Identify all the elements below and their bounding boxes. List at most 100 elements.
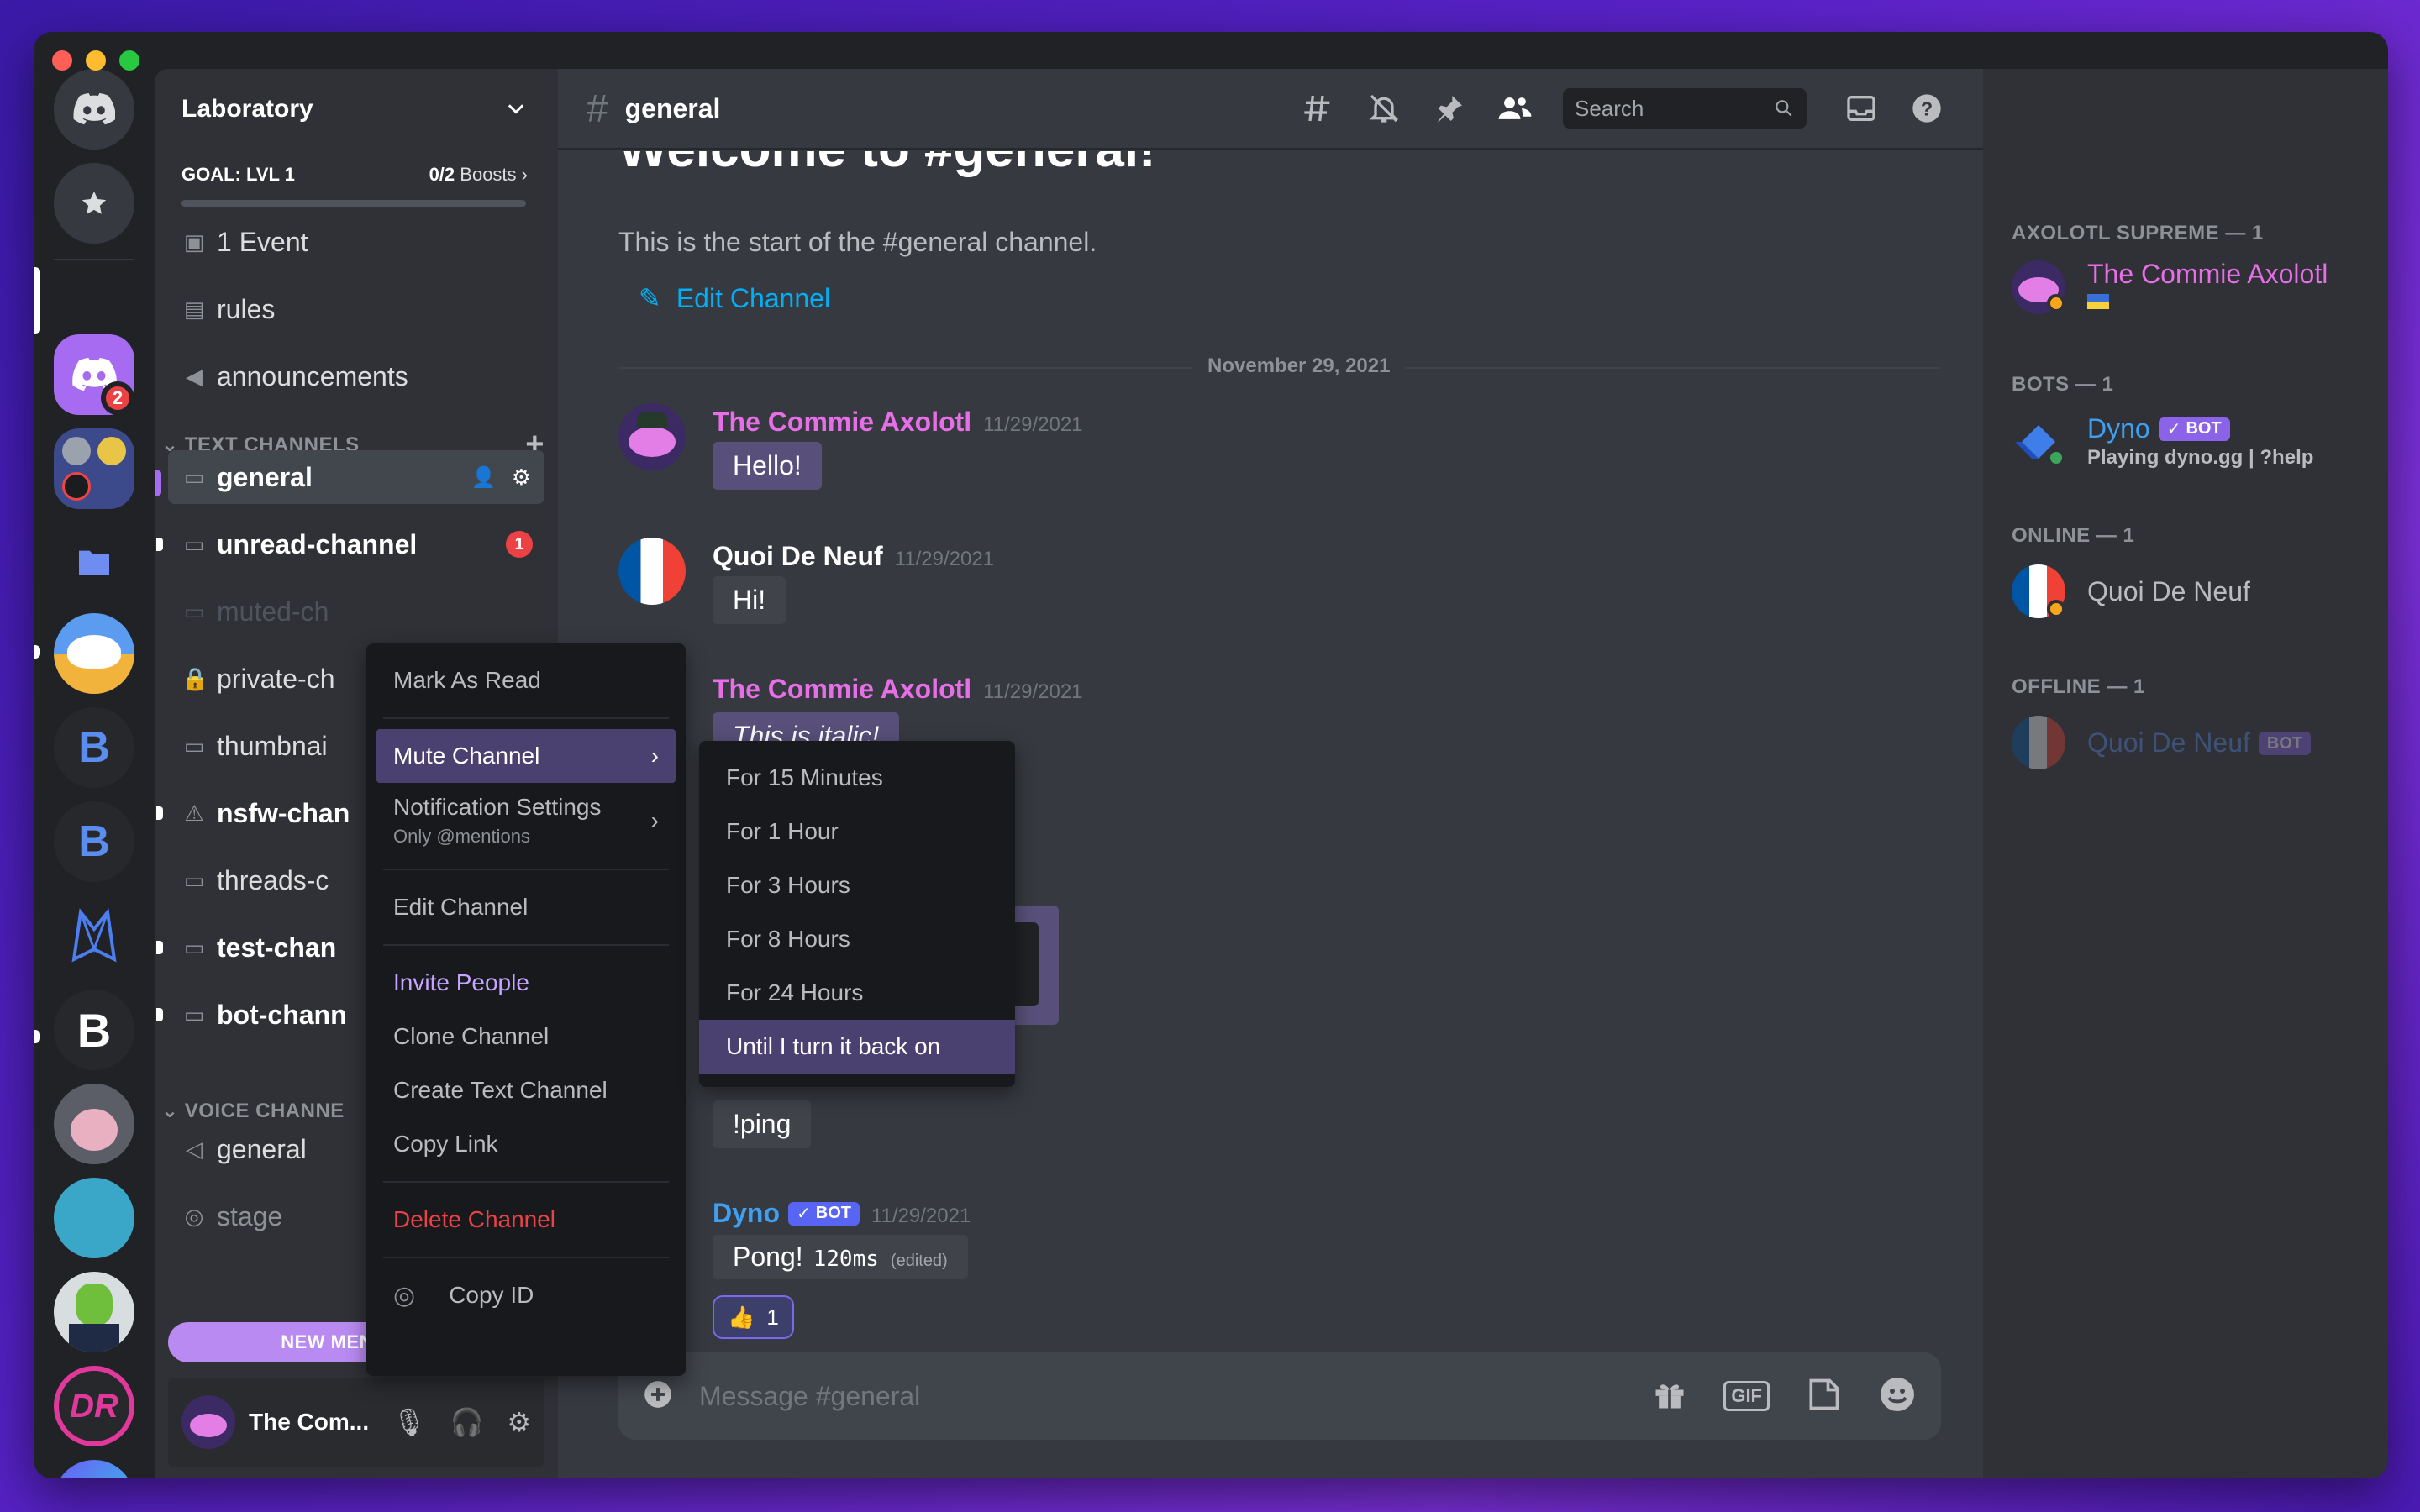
- server-folder[interactable]: [54, 428, 134, 509]
- server-fox[interactable]: [54, 613, 134, 694]
- mute-submenu: For 15 Minutes For 1 Hour For 3 Hours Fo…: [699, 741, 1015, 1087]
- settings-gear-icon[interactable]: ⚙: [507, 1406, 531, 1438]
- mute-3-hours[interactable]: For 3 Hours: [699, 858, 1015, 912]
- member-category: ONLINE — 1: [2012, 524, 2135, 547]
- menu-item-mark-read[interactable]: Mark As Read: [376, 654, 676, 707]
- member-item[interactable]: The Commie Axolotl: [2012, 259, 2328, 315]
- menu-item-create-text-channel[interactable]: Create Text Channel: [376, 1063, 676, 1117]
- avatar[interactable]: [618, 538, 686, 605]
- channel-unread[interactable]: ▭ unread-channel 1: [156, 517, 544, 571]
- mute-15-minutes[interactable]: For 15 Minutes: [699, 751, 1015, 805]
- channel-context-menu: Mark As Read Mute Channel › Notification…: [366, 643, 686, 1376]
- minimize-window-button[interactable]: [86, 50, 106, 71]
- message-author[interactable]: Quoi De Neuf: [713, 541, 883, 571]
- message-timestamp: 11/29/2021: [871, 1205, 971, 1227]
- favorites-button[interactable]: [54, 163, 134, 244]
- edit-channel-link[interactable]: ✎ Edit Channel: [639, 282, 830, 314]
- search-icon: [1776, 100, 1792, 117]
- warning-icon: ⚠: [184, 800, 204, 826]
- menu-item-clone-channel[interactable]: Clone Channel: [376, 1010, 676, 1063]
- gif-button[interactable]: GIF: [1723, 1381, 1770, 1411]
- gear-icon[interactable]: ⚙: [512, 465, 531, 491]
- zoom-window-button[interactable]: [119, 50, 139, 71]
- menu-item-delete-channel[interactable]: Delete Channel: [376, 1193, 676, 1247]
- search-input[interactable]: Search: [1563, 88, 1807, 129]
- server-crown[interactable]: [54, 1084, 134, 1164]
- app-window: 2 B B B DR Laboratory GOAL: LVL 1 0/2 Bo…: [34, 32, 2388, 1478]
- events-link[interactable]: ▣ 1 Event: [168, 215, 544, 269]
- invite-icon[interactable]: 👤: [471, 465, 497, 490]
- member-item[interactable]: Quoi De Neuf: [2012, 564, 2250, 618]
- server-sketch[interactable]: [54, 1178, 134, 1258]
- member-category: AXOLOTL SUPREME — 1: [2012, 222, 2264, 244]
- mute-24-hours[interactable]: For 24 Hours: [699, 966, 1015, 1020]
- headphones-icon[interactable]: 🎧: [450, 1406, 483, 1438]
- guild-header[interactable]: Laboratory: [155, 69, 558, 150]
- discord-logo-icon: [73, 93, 115, 125]
- unread-server-pill: [34, 645, 40, 659]
- menu-item-invite-people[interactable]: Invite People: [376, 956, 676, 1010]
- server-dr[interactable]: DR: [54, 1366, 134, 1446]
- server-mention-badge: 2: [101, 381, 134, 415]
- server-folder-closed[interactable]: [54, 522, 134, 603]
- menu-item-copy-link[interactable]: Copy Link: [376, 1117, 676, 1171]
- emoji-icon[interactable]: [1877, 1374, 1918, 1419]
- home-button[interactable]: [54, 69, 134, 150]
- boost-goal[interactable]: GOAL: LVL 1 0/2 Boosts ›: [155, 150, 558, 200]
- server-galaxy[interactable]: [54, 1460, 134, 1478]
- help-icon[interactable]: ?: [1894, 83, 1960, 134]
- rules-book-icon: ▤: [183, 296, 205, 322]
- mute-8-hours[interactable]: For 8 Hours: [699, 912, 1015, 966]
- inline-code: 120ms: [813, 1247, 879, 1272]
- reaction-thumbs-up[interactable]: 👍 1: [713, 1295, 794, 1339]
- boost-progress-bar: [182, 200, 526, 207]
- text-channel-icon: ▭: [183, 1001, 205, 1027]
- chevron-down-icon: ⌄: [161, 1100, 179, 1122]
- member-item[interactable]: Dyno ✓ BOT Playing dyno.gg | ?help: [2012, 413, 2313, 470]
- menu-item-mute-channel[interactable]: Mute Channel ›: [376, 729, 676, 783]
- avatar[interactable]: [618, 403, 686, 470]
- channel-rules[interactable]: ▤ rules: [168, 282, 544, 336]
- menu-item-edit-channel[interactable]: Edit Channel: [376, 880, 676, 934]
- sticker-icon[interactable]: [1805, 1376, 1842, 1417]
- idle-status-icon: [2047, 294, 2065, 312]
- server-dino[interactable]: [54, 1272, 134, 1352]
- search-placeholder: Search: [1575, 95, 1644, 121]
- inbox-icon[interactable]: [1828, 83, 1894, 134]
- chevron-right-icon: ›: [650, 743, 659, 769]
- message-author[interactable]: The Commie Axolotl: [713, 407, 971, 437]
- mute-1-hour[interactable]: For 1 Hour: [699, 805, 1015, 858]
- server-b3[interactable]: B: [54, 990, 134, 1070]
- channel-muted[interactable]: ▭ muted-ch: [168, 585, 544, 638]
- threads-icon[interactable]: [1286, 83, 1351, 134]
- channel-general[interactable]: ▭ general 👤 ⚙: [155, 450, 544, 504]
- hash-icon: #: [587, 87, 608, 130]
- message-input[interactable]: Message #general: [699, 1381, 1651, 1412]
- pin-icon[interactable]: [1417, 83, 1482, 134]
- gift-icon[interactable]: [1651, 1376, 1688, 1417]
- member-list-icon[interactable]: [1482, 83, 1548, 134]
- message-composer[interactable]: Message #general GIF: [618, 1352, 1941, 1440]
- message-author[interactable]: Dyno: [713, 1198, 780, 1228]
- avatar[interactable]: [182, 1395, 235, 1449]
- user-panel: The Com... 🎙 🎧 ⚙: [168, 1378, 544, 1467]
- microphone-muted-icon[interactable]: 🎙: [392, 1406, 427, 1438]
- flag-icon: [2087, 291, 2328, 315]
- channel-announcements[interactable]: ◀ announcements: [168, 349, 544, 403]
- reaction-count: 1: [766, 1304, 779, 1330]
- text-channel-icon: ▭: [183, 934, 205, 960]
- message-author[interactable]: The Commie Axolotl: [713, 674, 971, 704]
- menu-item-copy-id[interactable]: ◎ Copy ID: [376, 1268, 676, 1322]
- server-b2[interactable]: B: [54, 801, 134, 882]
- mute-until-unmuted[interactable]: Until I turn it back on: [699, 1020, 1015, 1074]
- rail-divider: [54, 259, 134, 260]
- online-status-icon: [2047, 449, 2065, 467]
- attach-icon[interactable]: [642, 1378, 674, 1415]
- server-wolf[interactable]: [54, 895, 134, 976]
- menu-item-notification-settings[interactable]: Notification Settings Only @mentions ›: [376, 783, 676, 858]
- server-b1[interactable]: B: [54, 707, 134, 788]
- message-content: Pong! 120ms (edited): [713, 1235, 968, 1279]
- notification-bell-muted-icon[interactable]: [1351, 83, 1417, 134]
- member-item[interactable]: Quoi De Neuf BOT: [2012, 716, 2312, 769]
- close-window-button[interactable]: [52, 50, 72, 71]
